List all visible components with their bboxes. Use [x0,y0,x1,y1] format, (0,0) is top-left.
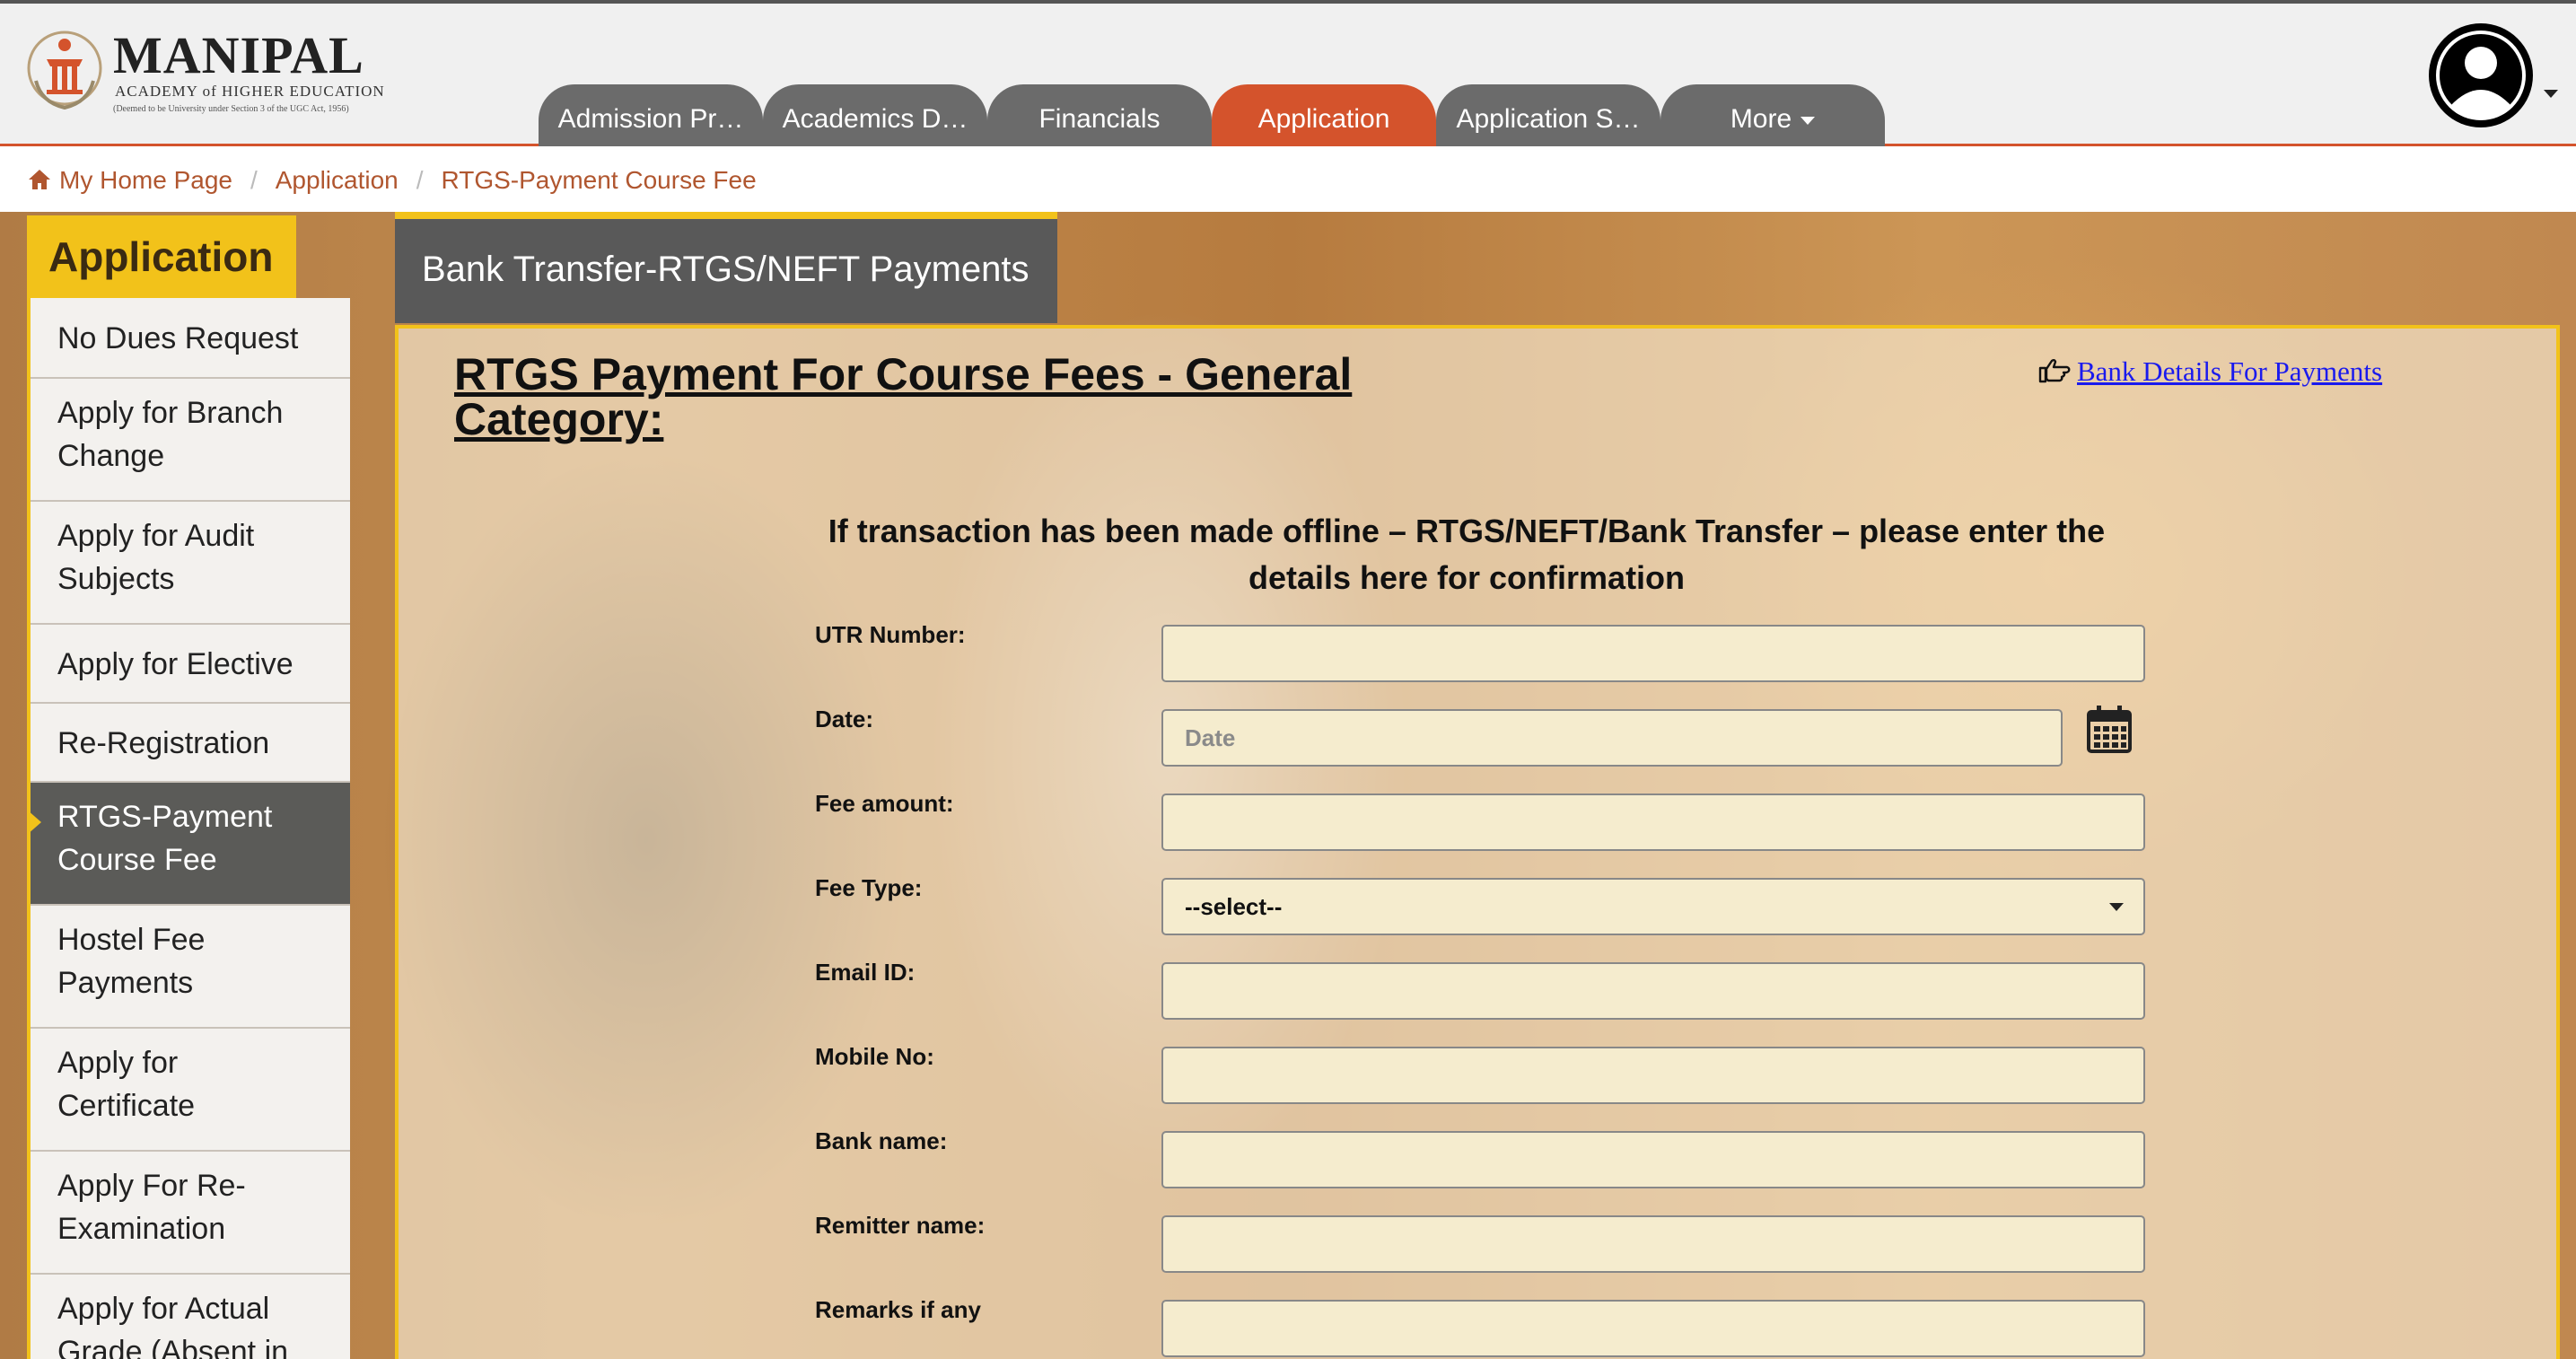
sidebar-item-label: RTGS-Payment Course Fee [57,800,273,877]
sidebar-item-audit-subjects[interactable]: Apply for Audit Subjects [31,502,350,625]
pointing-hand-icon [2038,359,2071,383]
breadcrumb-current: RTGS-Payment Course Fee [441,166,757,194]
sidebar-item-label: No Dues Request [57,321,299,355]
sidebar-item-label: Apply For Re-Examination [57,1169,246,1246]
sidebar-item-label: Apply for Elective [57,647,294,681]
sidebar-item-certificate[interactable]: Apply for Certificate [31,1029,350,1152]
sidebar-item-no-dues[interactable]: No Dues Request [31,298,350,379]
tab-financials[interactable]: Financials [987,84,1212,147]
email-label: Email ID: [815,959,916,986]
breadcrumb: My Home Page / Application / RTGS-Payment Co… [0,146,2576,212]
date-input[interactable] [1161,709,2063,767]
fee-amount-input[interactable] [1161,793,2145,851]
sidebar-item-label: Re-Registration [57,726,270,760]
sidebar-item-label: Apply for Branch Change [57,396,284,473]
tab-label: Application [1257,104,1390,134]
top-header: MANIPAL ACADEMY of HIGHER EDUCATION (Dee… [0,0,2576,147]
remarks-input[interactable] [1161,1300,2145,1357]
tab-label: Application S… [1456,104,1641,134]
remarks-label: Remarks if any [815,1296,981,1323]
manipal-logo[interactable]: MANIPAL ACADEMY of HIGHER EDUCATION (Dee… [23,25,384,124]
bank-details-link-text: Bank Details For Payments [2077,355,2383,387]
tab-label: Admission Pr… [557,104,744,134]
email-field[interactable] [1161,962,2145,1020]
mobile-input[interactable] [1161,1047,2145,1104]
mobile-label: Mobile No: [815,1043,934,1070]
sidebar-item-branch-change[interactable]: Apply for Branch Change [31,379,350,502]
breadcrumb-separator: / [416,166,424,194]
logo-subtitle: ACADEMY of HIGHER EDUCATION [115,83,385,100]
sidebar-item-label: Apply for Certificate [57,1046,196,1123]
sidebar-item-re-examination[interactable]: Apply For Re-Examination [31,1152,350,1275]
utr-number-input[interactable] [1161,625,2145,682]
tab-more[interactable]: More [1660,84,1885,147]
sidebar-item-label: Apply for Audit Subjects [57,519,255,596]
sidebar-item-label: Apply for Actual Grade (Absent in [57,1292,289,1359]
utr-label: UTR Number: [815,621,966,648]
sidebar-item-hostel-fee[interactable]: Hostel Fee Payments [31,906,350,1029]
logo-tagline: (Deemed to be University under Section 3… [113,104,349,114]
form-title: RTGS Payment For Course Fees - General C… [454,349,1353,444]
instruction-text: If transaction has been made offline – R… [828,513,2106,596]
tab-label: More [1730,104,1792,134]
breadcrumb-separator: / [250,166,258,194]
chevron-down-icon [2109,903,2124,911]
tab-label: Academics D… [782,104,968,134]
tab-application-status[interactable]: Application S… [1436,84,1660,147]
bank-name-label: Bank name: [815,1127,948,1154]
chevron-down-icon [1801,116,1816,125]
sidebar-item-elective[interactable]: Apply for Elective [31,625,350,704]
home-icon [29,170,50,189]
fee-type-select[interactable]: --select-- [1161,878,2145,935]
fee-amount-label: Fee amount: [815,790,954,817]
tab-admission[interactable]: Admission Pr… [539,84,763,147]
sidebar-item-actual-grade[interactable]: Apply for Actual Grade (Absent in [31,1275,350,1359]
user-avatar[interactable] [2429,23,2533,127]
fee-type-label: Fee Type: [815,874,923,901]
bank-name-input[interactable] [1161,1131,2145,1188]
panel-title: Bank Transfer-RTGS/NEFT Payments [395,212,1057,323]
logo-brand-text: MANIPAL [113,26,364,84]
sidebar-item-label: Hostel Fee Payments [57,923,206,1000]
breadcrumb-home-link[interactable]: My Home Page [59,166,232,194]
tab-label: Financials [1038,104,1161,134]
remitter-label: Remitter name: [815,1212,986,1239]
chevron-down-icon[interactable] [2544,90,2558,98]
sidebar-title: Application [27,215,296,298]
payment-form-panel: RTGS Payment For Course Fees - General C… [395,325,2560,1359]
fee-type-selected-value: --select-- [1185,893,1283,920]
remitter-name-input[interactable] [1161,1215,2145,1273]
sidebar-item-re-registration[interactable]: Re-Registration [31,704,350,783]
tab-academics[interactable]: Academics D… [763,84,987,147]
date-label: Date: [815,706,874,732]
sidebar-item-rtgs-payment[interactable]: RTGS-Payment Course Fee [31,783,350,906]
calendar-icon[interactable] [2086,704,2133,754]
manipal-emblem-icon [27,31,102,110]
breadcrumb-application-link[interactable]: Application [276,166,399,194]
tab-application[interactable]: Application [1212,84,1436,147]
user-icon [2436,31,2526,120]
sidebar-menu: No Dues Request Apply for Branch Change … [27,298,350,1359]
bank-details-link[interactable]: Bank Details For Payments [2037,355,2382,388]
